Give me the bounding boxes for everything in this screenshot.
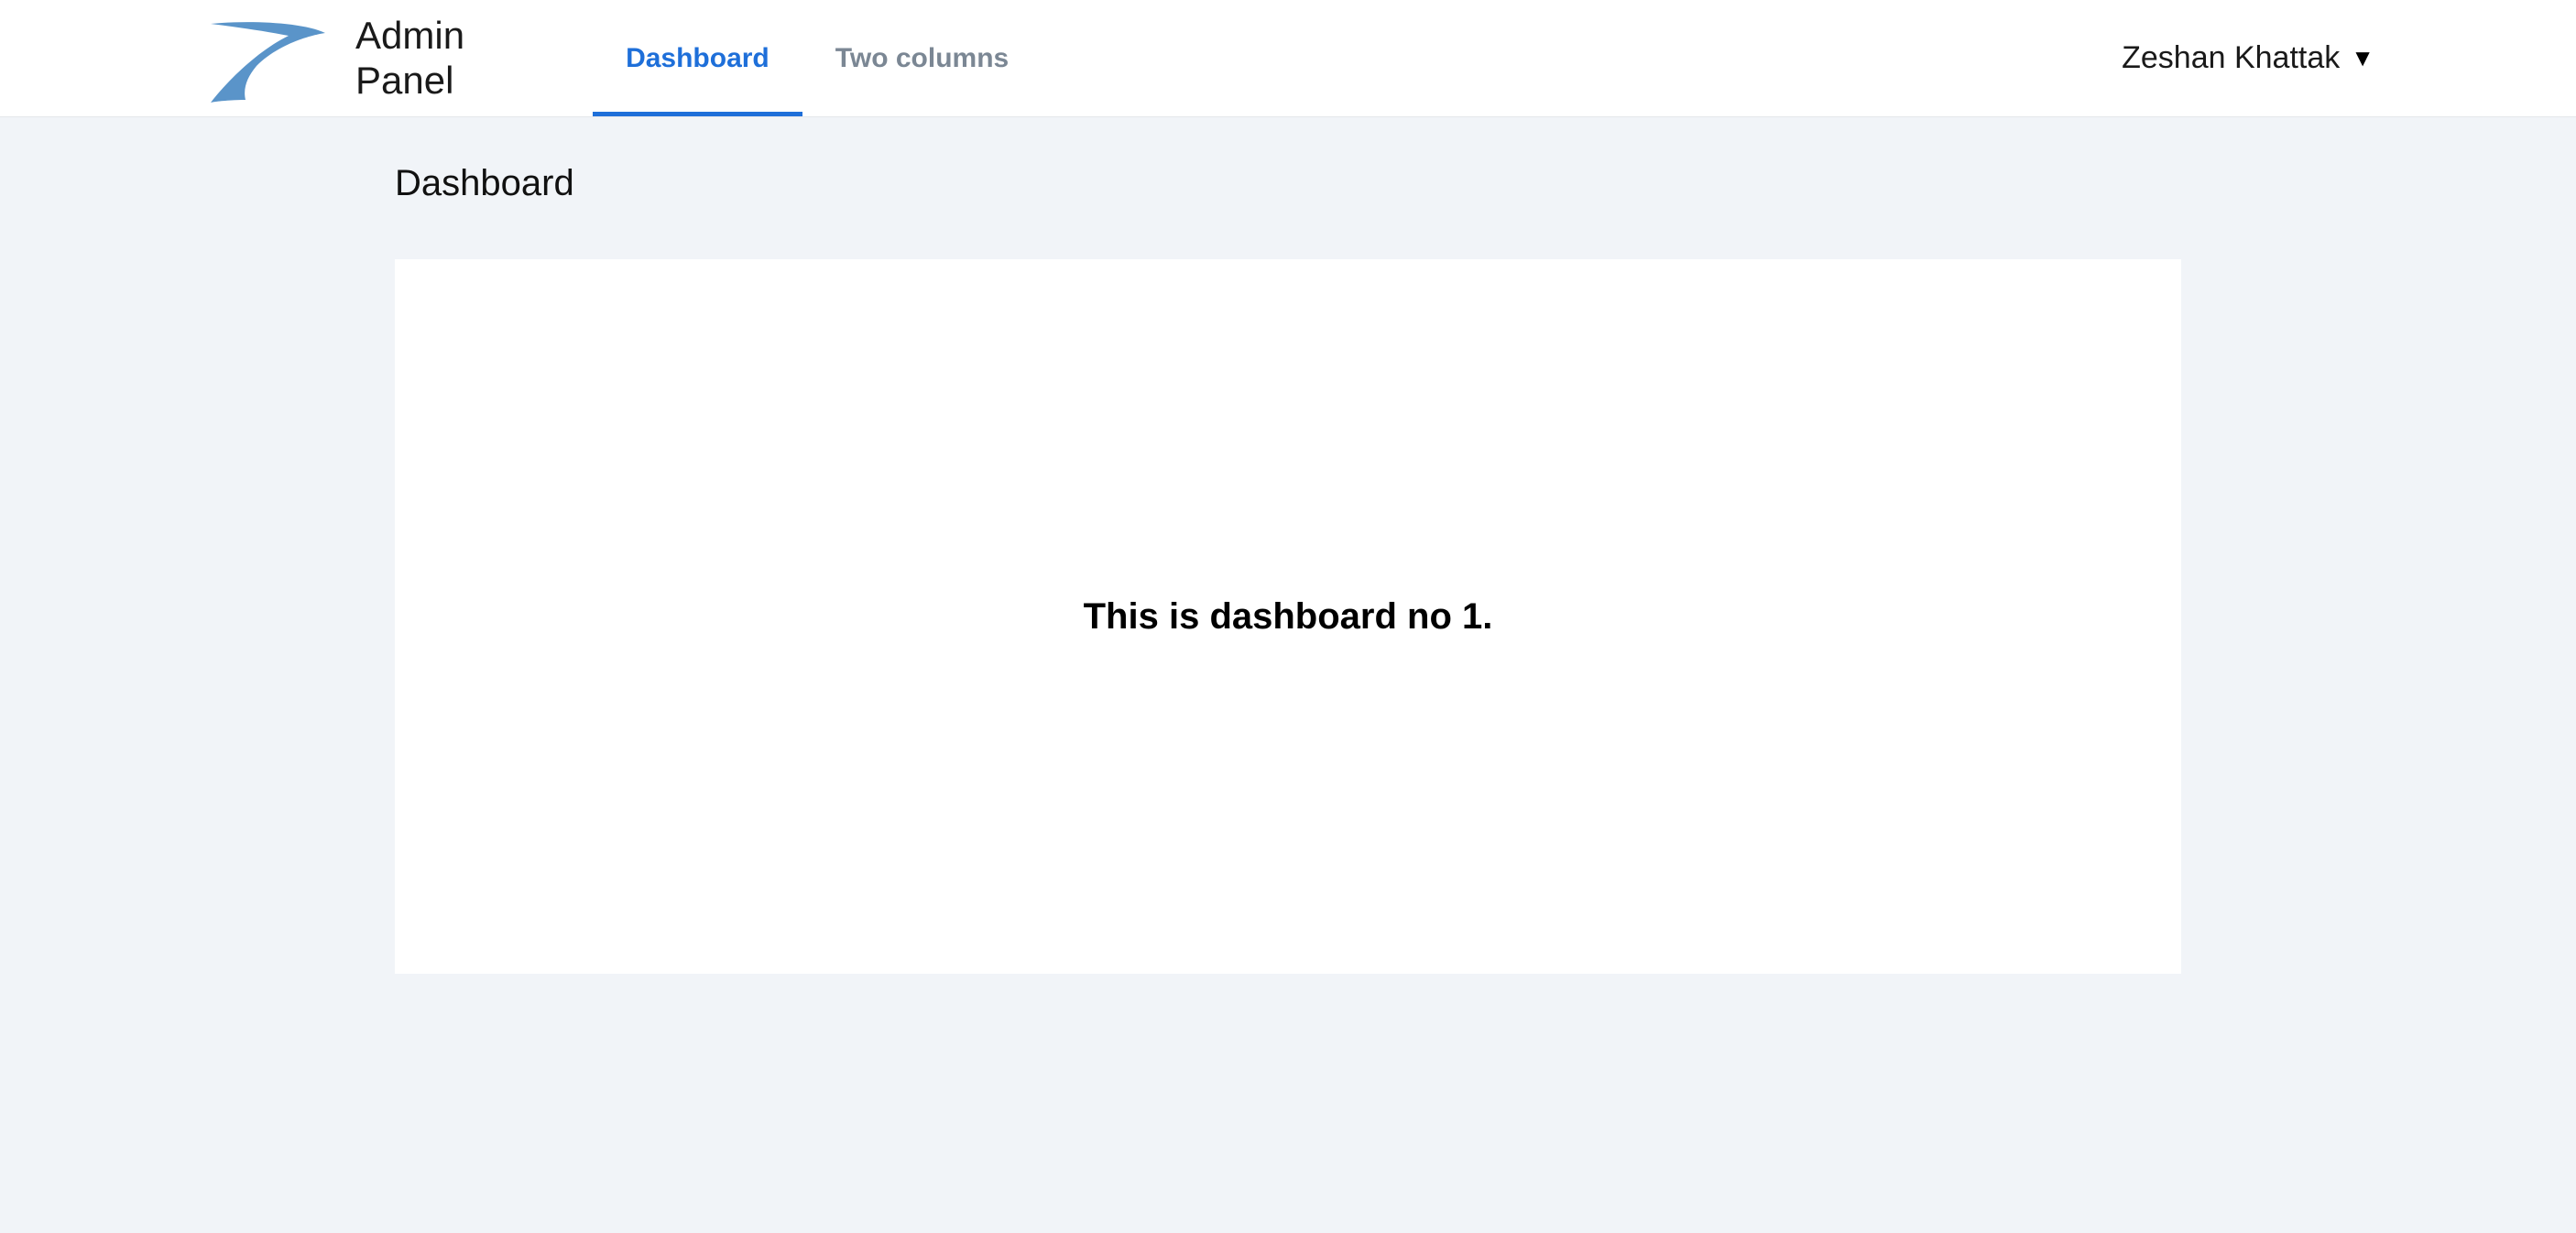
nav-dashboard[interactable]: Dashboard [593,0,802,116]
content: Dashboard This is dashboard no 1. [0,117,2576,1020]
brand-line2: Panel [355,59,464,103]
brand-line1: Admin [355,14,464,58]
dashboard-card-text: This is dashboard no 1. [1084,596,1493,638]
user-name: Zeshan Khattak [2122,40,2340,76]
caret-down-icon: ▼ [2351,44,2374,72]
brand[interactable]: Admin Panel [202,13,464,104]
nav-item-label: Two columns [835,43,1009,74]
header: Admin Panel Dashboard Two columns Zeshan… [0,0,2576,117]
dashboard-card: This is dashboard no 1. [395,259,2181,974]
user-menu[interactable]: Zeshan Khattak ▼ [2122,40,2374,76]
logo-icon [202,13,339,104]
page-title: Dashboard [395,163,2181,204]
nav-two-columns[interactable]: Two columns [802,0,1042,116]
brand-title: Admin Panel [355,14,464,103]
main-nav: Dashboard Two columns [593,0,1042,116]
nav-item-label: Dashboard [626,43,770,74]
